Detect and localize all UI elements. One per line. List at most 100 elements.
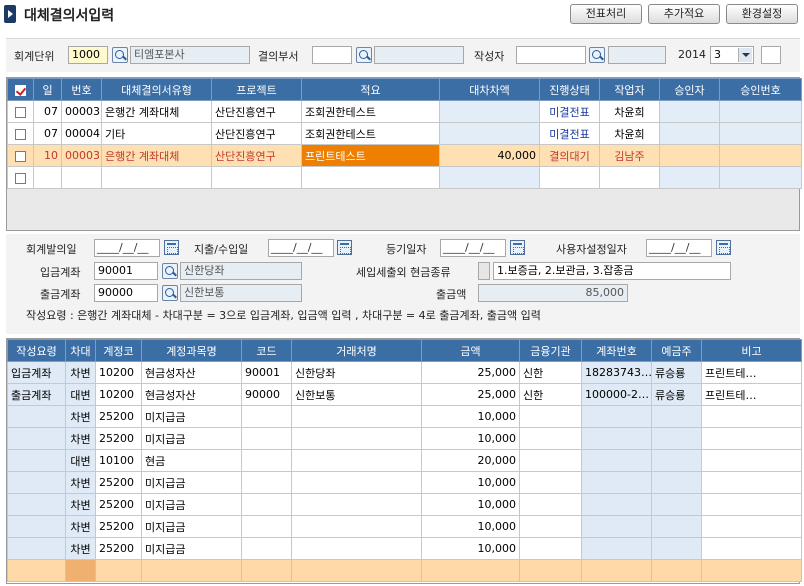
row-checkbox[interactable] — [7, 122, 34, 145]
cell-note: 프린트테… — [701, 383, 802, 406]
voucher-process-button[interactable]: 전표처리 — [570, 4, 642, 24]
dept-code-input[interactable] — [312, 46, 352, 64]
col-header[interactable]: 작성요령 — [7, 339, 66, 362]
row-checkbox[interactable] — [7, 100, 34, 123]
select-all-checkbox[interactable] — [7, 78, 34, 101]
col-header[interactable]: 금융기관 — [519, 339, 582, 362]
col-header[interactable]: 작업자 — [599, 78, 660, 101]
cell-type: 기타 — [101, 122, 212, 145]
table-row-selected[interactable]: 10 00003 은행간 계좌대체 산단진흥연구 프린트테스트 40,000 결… — [7, 144, 802, 167]
cell-day: 07 — [33, 100, 62, 123]
reg-date-input[interactable]: ____/__/__ — [440, 239, 506, 257]
out-amount-label: 출금액 — [436, 288, 467, 301]
table-row[interactable]: 차변 25200 미지급금 10,000 — [7, 537, 802, 560]
cell-acct-name: 현금성자산 — [141, 361, 242, 384]
unit-code-input[interactable]: 1000 — [68, 46, 108, 64]
row-checkbox[interactable] — [7, 144, 34, 167]
col-header[interactable]: 승인번호 — [719, 78, 802, 101]
table-row[interactable]: 차변 25200 미지급금 10,000 — [7, 515, 802, 538]
voucher-form: 회계발의일 ____/__/__ 지출/수입일 ____/__/__ 등기일자 … — [6, 234, 800, 334]
total-cell — [141, 559, 242, 582]
col-header[interactable]: 코드 — [241, 339, 292, 362]
cell-partner — [291, 427, 422, 450]
acct-date-input[interactable]: ____/__/__ — [94, 239, 160, 257]
out-acct-name-field: 신한보통 — [180, 284, 302, 302]
col-header[interactable]: 예금주 — [651, 339, 702, 362]
extra-input[interactable] — [761, 46, 781, 64]
writer-search-icon[interactable] — [589, 47, 605, 63]
cell-status: 결의대기 — [539, 144, 600, 167]
table-row-empty[interactable] — [7, 166, 802, 189]
out-amount-field: 85,000 — [478, 284, 628, 302]
total-cell — [241, 559, 292, 582]
col-header[interactable]: 승인자 — [659, 78, 720, 101]
table-row[interactable]: 07 00003 은행간 계좌대체 산단진흥연구 조회권한테스트 미결전표 차윤… — [7, 100, 802, 123]
settings-button[interactable]: 환경설정 — [726, 4, 798, 24]
col-header[interactable]: 계좌번호 — [581, 339, 652, 362]
cell-dc: 차변 — [65, 471, 96, 494]
add-note-button[interactable]: 추가적요 — [648, 4, 720, 24]
col-header[interactable]: 대차차액 — [439, 78, 540, 101]
row-checkbox[interactable] — [7, 166, 34, 189]
cell-amount: 25,000 — [421, 383, 520, 406]
cell-partner — [291, 537, 422, 560]
col-header[interactable]: 번호 — [61, 78, 102, 101]
table-row[interactable]: 차변 25200 미지급금 10,000 — [7, 405, 802, 428]
cell-amount: 10,000 — [421, 471, 520, 494]
table-row[interactable]: 차변 25200 미지급금 10,000 — [7, 493, 802, 516]
cell-holder — [651, 427, 702, 450]
dept-search-icon[interactable] — [356, 47, 372, 63]
dept-name-field — [374, 46, 464, 64]
col-header[interactable]: 계정과목명 — [141, 339, 242, 362]
out-acct-search-icon[interactable] — [162, 285, 178, 301]
total-cell — [291, 559, 422, 582]
cell-code — [241, 537, 292, 560]
out-acct-code-input[interactable]: 90000 — [94, 284, 158, 302]
calendar-icon[interactable] — [164, 240, 179, 255]
cell-holder: 류승룡 — [651, 383, 702, 406]
writer-code-input[interactable] — [516, 46, 586, 64]
col-header[interactable]: 거래처명 — [291, 339, 422, 362]
cell-desc-focused[interactable]: 프린트테스트 — [301, 144, 440, 167]
cell-bank — [519, 471, 582, 494]
col-header[interactable]: 대체결의서유형 — [101, 78, 212, 101]
table-row[interactable]: 입금계좌 차변 10200 현금성자산 90001 신한당좌 25,000 신한 1828374… — [7, 361, 802, 384]
col-header[interactable]: 차대 — [65, 339, 96, 362]
calendar-icon[interactable] — [337, 240, 352, 255]
col-header[interactable]: 금액 — [421, 339, 520, 362]
unit-search-icon[interactable] — [112, 47, 128, 63]
col-header[interactable]: 계정코 — [95, 339, 142, 362]
title-arrow-icon — [4, 5, 16, 23]
cell-guide — [7, 493, 66, 516]
cell-bank — [519, 449, 582, 472]
calendar-icon[interactable] — [510, 240, 525, 255]
table-row[interactable]: 차변 25200 미지급금 10,000 — [7, 471, 802, 494]
table-row[interactable]: 출금계좌 대변 10200 현금성자산 90000 신한보통 25,000 신한 100000-… — [7, 383, 802, 406]
cell-note — [701, 449, 802, 472]
calendar-icon[interactable] — [716, 240, 731, 255]
cell-no: 00004 — [61, 122, 102, 145]
col-header[interactable]: 적요 — [301, 78, 440, 101]
in-acct-code-input[interactable]: 90001 — [94, 262, 158, 280]
cell-holder — [651, 471, 702, 494]
cell-amount: 20,000 — [421, 449, 520, 472]
month-select[interactable]: 3 — [710, 46, 754, 64]
chevron-down-icon[interactable] — [738, 48, 752, 62]
table-row[interactable]: 차변 25200 미지급금 10,000 — [7, 427, 802, 450]
table-row[interactable]: 07 00004 기타 산단진흥연구 조회권한테스트 미결전표 차윤희 — [7, 122, 802, 145]
io-date-input[interactable]: ____/__/__ — [268, 239, 334, 257]
guide-text: 작성요령 : 은행간 계좌대체 - 차대구분 = 3으로 입금계좌, 입금액 입… — [26, 309, 541, 322]
col-header[interactable]: 진행상태 — [539, 78, 600, 101]
in-acct-search-icon[interactable] — [162, 263, 178, 279]
col-header[interactable]: 비고 — [701, 339, 802, 362]
tax-type-box[interactable] — [478, 262, 490, 280]
unit-label: 회계단위 — [14, 50, 55, 63]
table-row[interactable]: 대변 10100 현금 20,000 — [7, 449, 802, 472]
cell-no: 00003 — [61, 100, 102, 123]
col-header[interactable]: 일 — [33, 78, 62, 101]
user-date-input[interactable]: ____/__/__ — [646, 239, 712, 257]
cell-status: 미결전표 — [539, 122, 600, 145]
col-header[interactable]: 프로젝트 — [211, 78, 302, 101]
tax-type-field[interactable]: 1.보증금, 2.보관금, 3.잡종금 — [493, 262, 731, 280]
total-cell — [651, 559, 702, 582]
